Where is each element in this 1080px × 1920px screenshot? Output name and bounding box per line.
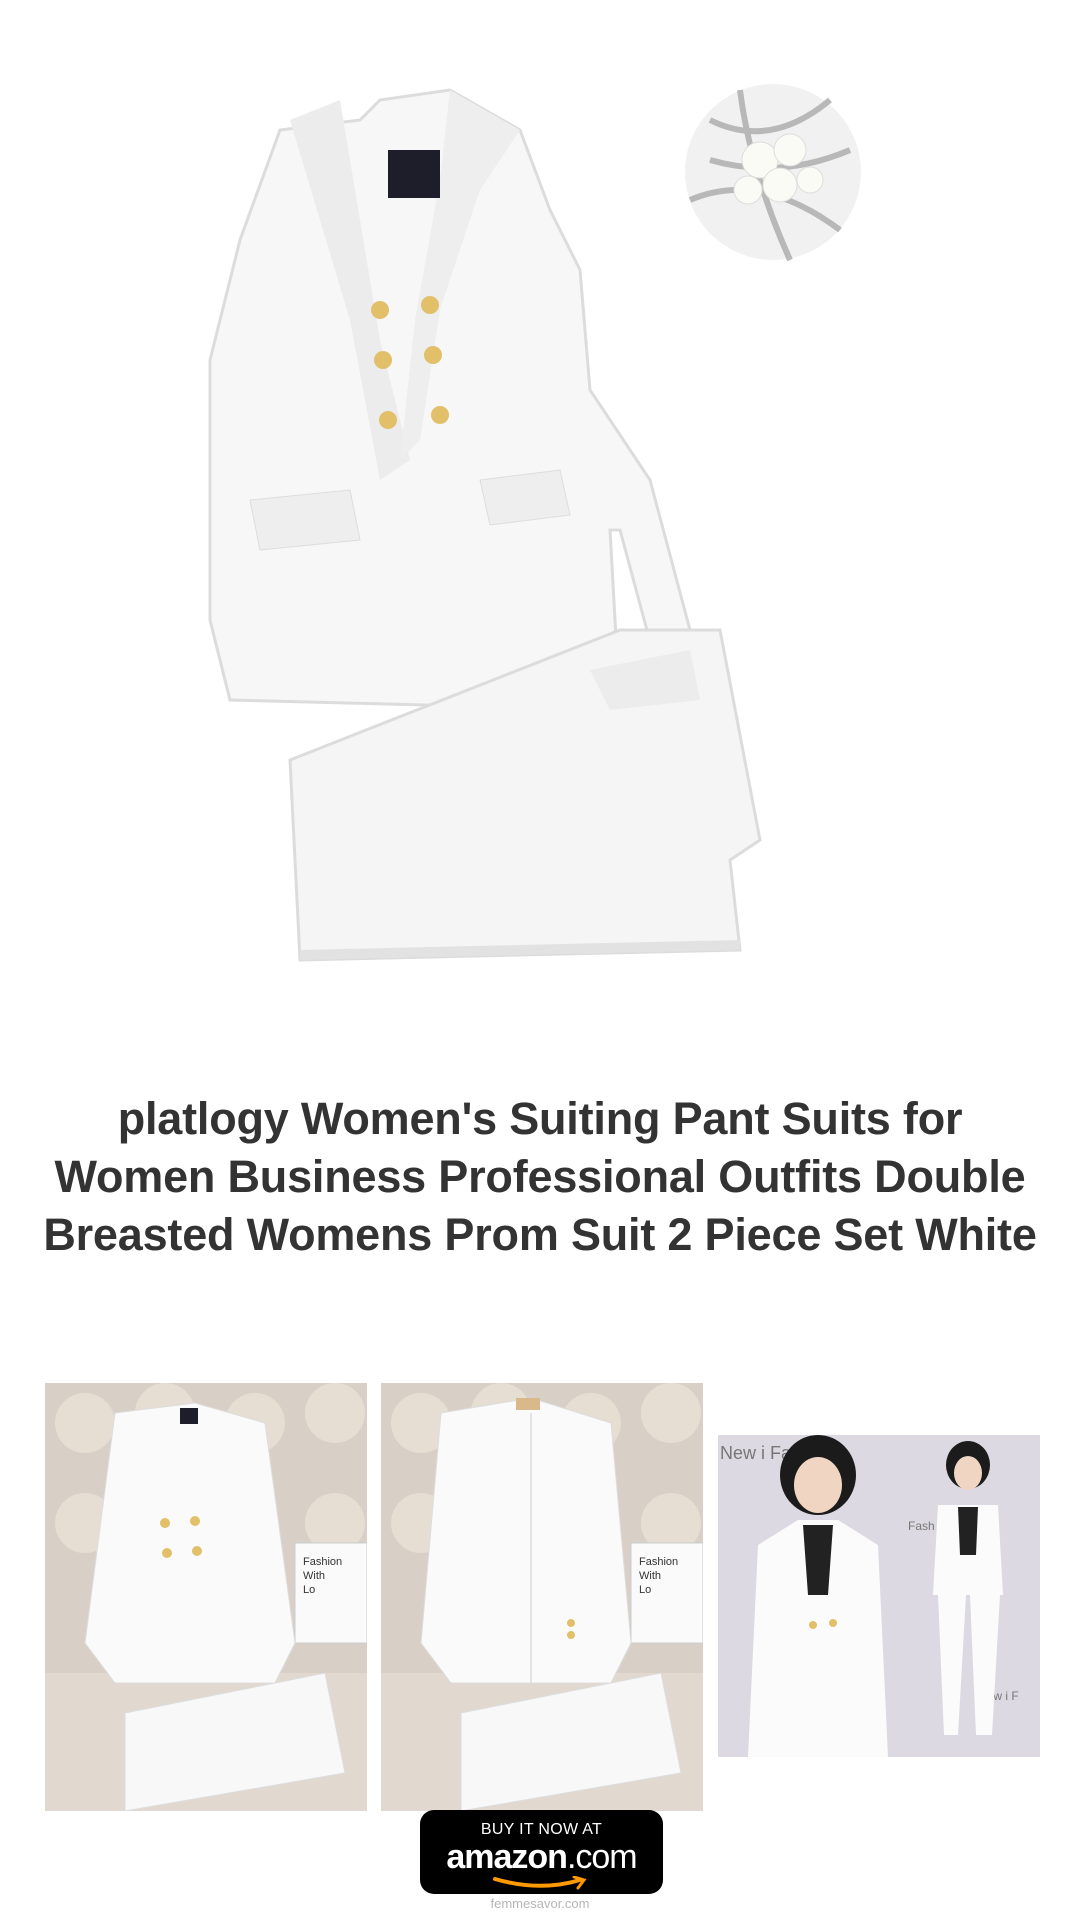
- jacket-image: [208, 88, 692, 712]
- book-text-2: With: [639, 1570, 661, 1582]
- thumbnail-model-wearing-suit[interactable]: New i Fa Fash New i F: [718, 1435, 1040, 1757]
- book-text-2: With: [303, 1570, 325, 1582]
- buy-on-amazon-button[interactable]: BUY IT NOW AT amazon.com: [420, 1810, 663, 1894]
- amazon-logo-text: amazon.com: [420, 1839, 663, 1875]
- book-text-1: Fashion: [303, 1556, 342, 1568]
- book-text-3: Lo: [639, 1584, 651, 1596]
- amazon-brand: amazon: [446, 1838, 568, 1876]
- amazon-smile-icon: [493, 1876, 587, 1890]
- product-hero-image[interactable]: [150, 60, 910, 1000]
- buy-button-top-text: BUY IT NOW AT: [480, 1821, 603, 1838]
- book-text-3: Lo: [303, 1584, 315, 1596]
- brooch-image: [685, 84, 861, 262]
- backdrop-text-2: Fash: [908, 1519, 935, 1533]
- footer-site-link[interactable]: femmesavor.com: [0, 1896, 1080, 1911]
- amazon-suffix: .com: [566, 1838, 638, 1876]
- thumbnail-suit-front[interactable]: Fashion With Lo: [45, 1383, 367, 1811]
- backdrop-text-1: New i Fa: [720, 1443, 792, 1463]
- product-title: platlogy Women's Suiting Pant Suits for …: [43, 1093, 1037, 1260]
- thumbnail-suit-back[interactable]: Fashion With Lo: [381, 1383, 703, 1811]
- book-text-1: Fashion: [639, 1556, 678, 1568]
